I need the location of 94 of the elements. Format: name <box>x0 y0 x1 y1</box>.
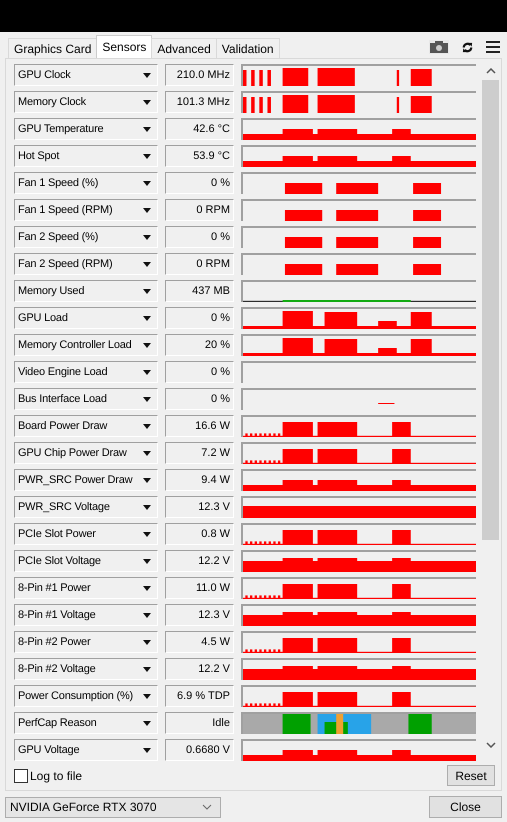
sensor-value: 0.6680 V <box>165 739 234 761</box>
gpu-select[interactable]: NVIDIA GeForce RTX 3070 <box>5 796 221 818</box>
sensor-dropdown[interactable]: Bus Interface Load <box>14 388 158 410</box>
dropdown-arrow-icon <box>143 640 151 644</box>
sensor-dropdown[interactable]: Memory Clock <box>14 91 158 113</box>
dropdown-arrow-icon <box>143 748 151 752</box>
sensor-dropdown[interactable]: 8-Pin #2 Power <box>14 631 158 653</box>
sensor-dropdown[interactable]: 8-Pin #1 Power <box>14 577 158 599</box>
tab[interactable]: Graphics Card <box>8 38 98 58</box>
scroll-up-icon[interactable] <box>486 68 496 74</box>
sensor-dropdown[interactable]: PWR_SRC Power Draw <box>14 469 158 491</box>
dropdown-arrow-icon <box>143 370 151 374</box>
sensor-dropdown[interactable]: GPU Clock <box>14 64 158 86</box>
tab[interactable]: Sensors <box>96 35 152 58</box>
sensor-value: Idle <box>165 712 234 734</box>
sensor-value: 0 % <box>165 307 234 329</box>
sensor-value: 7.2 W <box>165 442 234 464</box>
sensor-dropdown[interactable]: Power Consumption (%) <box>14 685 158 707</box>
sensor-value: 0 % <box>165 388 234 410</box>
sensor-value: 6.9 % TDP <box>165 685 234 707</box>
chevron-icon <box>202 804 212 810</box>
sensor-dropdown[interactable]: Fan 1 Speed (%) <box>14 172 158 194</box>
dropdown-arrow-icon <box>143 450 151 456</box>
sensor-value: 12.2 V <box>165 550 234 572</box>
sensor-dropdown[interactable]: Memory Controller Load <box>14 334 158 356</box>
sensor-value: 0 % <box>165 226 234 248</box>
sensor-dropdown[interactable]: 8-Pin #1 Voltage <box>14 604 158 626</box>
sensor-value: 0.8 W <box>165 523 234 545</box>
sensor-value: 12.3 V <box>165 496 234 518</box>
menu-icon[interactable] <box>486 41 500 53</box>
sensor-dropdown[interactable]: GPU Temperature <box>14 118 158 140</box>
dropdown-arrow-icon <box>143 478 151 482</box>
close-button[interactable]: Close <box>429 796 502 818</box>
sensor-value: 4.5 W <box>165 631 234 653</box>
dropdown-arrow-icon <box>143 342 151 348</box>
dropdown-arrow-icon <box>143 720 151 726</box>
sensor-dropdown[interactable]: GPU Load <box>14 307 158 329</box>
sensor-value: 0 RPM <box>165 199 234 221</box>
dropdown-arrow-icon <box>143 532 151 536</box>
sensor-value: 42.6 °C <box>165 118 234 140</box>
sensor-value: 20 % <box>165 334 234 356</box>
sensor-dropdown[interactable]: 8-Pin #2 Voltage <box>14 658 158 680</box>
dropdown-arrow-icon <box>143 208 151 212</box>
dropdown-arrow-icon <box>143 504 151 510</box>
sensor-dropdown[interactable]: GPU Chip Power Draw <box>14 442 158 464</box>
checkbox-label: Log to file <box>30 768 82 782</box>
sensor-dropdown[interactable]: Fan 2 Speed (RPM) <box>14 253 158 275</box>
camera-icon[interactable] <box>429 40 449 54</box>
dropdown-arrow-icon <box>143 126 151 132</box>
sensor-value: 11.0 W <box>165 577 234 599</box>
sensor-value: 0 RPM <box>165 253 234 275</box>
sensor-dropdown[interactable]: PCIe Slot Voltage <box>14 550 158 572</box>
sensor-dropdown[interactable]: PerfCap Reason <box>14 712 158 734</box>
dropdown-arrow-icon <box>143 558 151 564</box>
sensor-value: 0 % <box>165 172 234 194</box>
sensor-value: 16.6 W <box>165 415 234 437</box>
sensor-value: 53.9 °C <box>165 145 234 167</box>
dropdown-arrow-icon <box>143 262 151 266</box>
dropdown-arrow-icon <box>143 180 151 186</box>
sensor-dropdown[interactable]: GPU Voltage <box>14 739 158 761</box>
dropdown-arrow-icon <box>143 424 151 428</box>
dropdown-arrow-icon <box>143 72 151 78</box>
sensor-dropdown[interactable]: Video Engine Load <box>14 361 158 383</box>
dropdown-arrow-icon <box>143 316 151 320</box>
dropdown-arrow-icon <box>143 288 151 294</box>
sensor-dropdown[interactable]: PCIe Slot Power <box>14 523 158 545</box>
scroll-thumb[interactable] <box>482 80 499 540</box>
sensor-dropdown[interactable]: Fan 2 Speed (%) <box>14 226 158 248</box>
dropdown-arrow-icon <box>143 154 151 158</box>
sensor-value: 437 MB <box>165 280 234 302</box>
dropdown-arrow-icon <box>143 100 151 104</box>
sensor-value: 9.4 W <box>165 469 234 491</box>
sensor-value: 12.3 V <box>165 604 234 626</box>
sensor-value: 12.2 V <box>165 658 234 680</box>
dropdown-arrow-icon <box>143 694 151 698</box>
sensor-dropdown[interactable]: Board Power Draw <box>14 415 158 437</box>
dropdown-arrow-icon <box>143 234 151 240</box>
scroll-down-icon[interactable] <box>486 742 496 748</box>
sensor-dropdown[interactable]: Memory Used <box>14 280 158 302</box>
sensor-dropdown[interactable]: Hot Spot <box>14 145 158 167</box>
sensor-value: 0 % <box>165 361 234 383</box>
dropdown-arrow-icon <box>143 586 151 590</box>
dropdown-arrow-icon <box>143 396 151 402</box>
tab[interactable]: Validation <box>216 38 280 58</box>
reset-button[interactable]: Reset <box>447 765 495 786</box>
sensor-dropdown[interactable]: PWR_SRC Voltage <box>14 496 158 518</box>
sensor-value: 210.0 MHz <box>165 64 234 86</box>
dropdown-arrow-icon <box>143 666 151 672</box>
checkbox[interactable] <box>14 768 28 782</box>
dropdown-arrow-icon <box>143 612 151 618</box>
tab[interactable]: Advanced <box>151 38 217 58</box>
sensor-value: 101.3 MHz <box>165 91 234 113</box>
sensor-dropdown[interactable]: Fan 1 Speed (RPM) <box>14 199 158 221</box>
refresh-icon[interactable] <box>461 40 474 54</box>
